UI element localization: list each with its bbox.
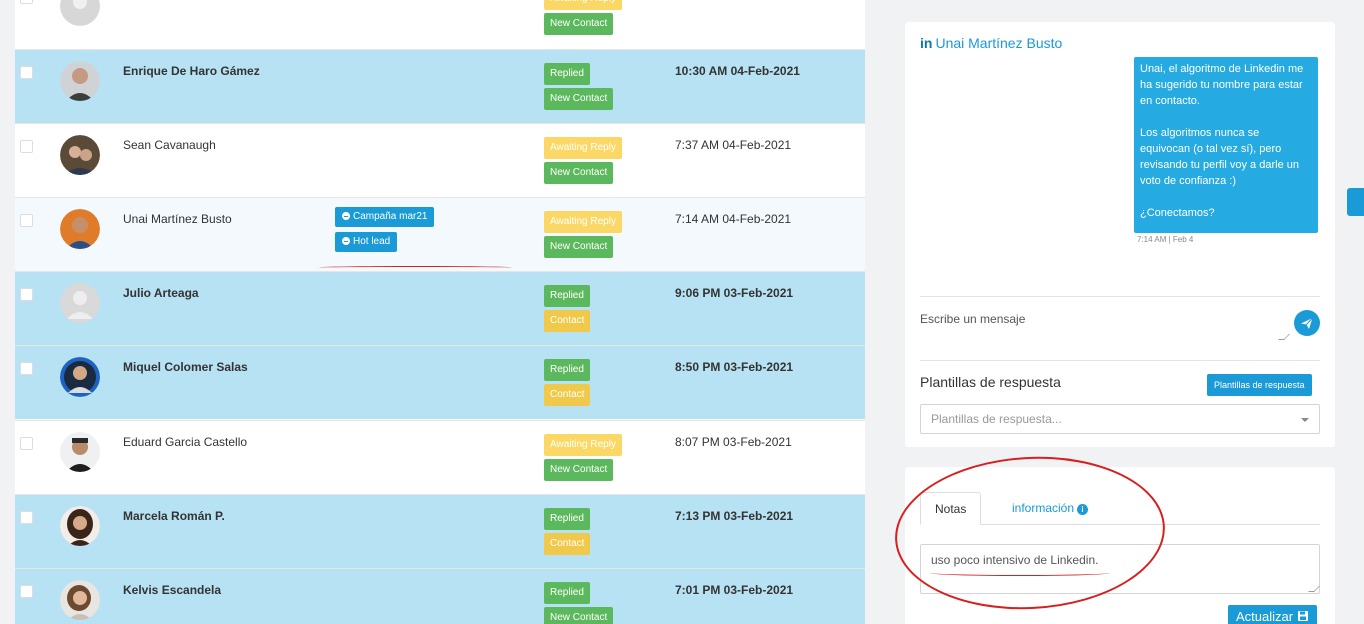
contact-type-badge: New Contact xyxy=(544,459,614,481)
message-date: 9:06 PM 03-Feb-2021 xyxy=(675,286,794,300)
send-button[interactable] xyxy=(1294,310,1320,336)
update-button-label: Actualizar xyxy=(1236,609,1294,624)
avatar[interactable] xyxy=(60,357,100,397)
save-icon xyxy=(1297,611,1308,621)
contact-type-badge: New Contact xyxy=(544,236,614,258)
templates-select[interactable]: Plantillas de respuesta... xyxy=(920,404,1320,434)
remove-tag-icon[interactable] xyxy=(342,237,350,245)
table-row[interactable]: Kelvis Escandela Replied New Contact 7:01 P… xyxy=(15,568,865,624)
table-row[interactable]: Unai Martínez Busto Campaña mar21 Hot lead… xyxy=(15,197,865,271)
status-badge: Replied xyxy=(544,508,590,530)
contact-type-badge: Contact xyxy=(544,533,591,555)
contact-name[interactable]: Eduard Garcia Castello xyxy=(123,435,247,449)
contact-type-badge: Contact xyxy=(544,310,591,332)
status-badge: Replied xyxy=(544,63,590,85)
avatar[interactable] xyxy=(60,283,100,323)
app-root: Awaiting ReplyNew ContactEnrique De Haro… xyxy=(0,0,1364,624)
status-badge: Awaiting Reply xyxy=(544,211,622,233)
conversation-contact-name[interactable]: in Unai Martínez Busto xyxy=(920,35,1062,51)
avatar[interactable] xyxy=(60,135,100,175)
contact-name[interactable]: Julio Arteaga xyxy=(123,286,199,300)
status-badge: Replied xyxy=(544,582,590,604)
divider xyxy=(920,296,1320,297)
annotation-underline-notes xyxy=(930,570,1110,576)
message-bubble: Unai, el algoritmo de Linkedin me ha sug… xyxy=(1134,57,1318,233)
templates-select-placeholder: Plantillas de respuesta... xyxy=(931,412,1062,426)
tag-label[interactable]: Campaña mar21 xyxy=(335,207,435,227)
contact-name-text: Unai Martínez Busto xyxy=(935,35,1063,51)
contact-type-badge: New Contact xyxy=(544,88,614,110)
table-row[interactable]: Julio Arteaga Replied Contact 9:06 PM 03-Fe… xyxy=(15,271,865,345)
message-paragraph-3: ¿Conectamos? xyxy=(1140,207,1215,219)
avatar[interactable] xyxy=(60,61,100,101)
table-row[interactable]: Awaiting Reply New Contact xyxy=(15,0,865,48)
chevron-down-icon xyxy=(1301,418,1309,422)
contact-name[interactable]: Kelvis Escandela xyxy=(123,583,221,597)
contact-type-badge: Contact xyxy=(544,384,591,406)
status-badge: Replied xyxy=(544,285,590,307)
contact-type-badge: New Contact xyxy=(544,13,614,35)
message-paragraph-1: Unai, el algoritmo de Linkedin me ha sug… xyxy=(1140,63,1304,107)
contact-name[interactable]: Marcela Román P. xyxy=(123,509,225,523)
row-checkbox[interactable] xyxy=(20,437,33,450)
contact-name[interactable]: Miquel Colomer Salas xyxy=(123,360,248,374)
side-toggle-tab[interactable] xyxy=(1347,188,1364,216)
message-date: 10:30 AM 04-Feb-2021 xyxy=(675,64,800,78)
message-date: 7:14 AM 04-Feb-2021 xyxy=(675,212,792,226)
tag-label[interactable]: Hot lead xyxy=(335,232,398,252)
table-row[interactable]: Miquel Colomer Salas Replied Contact 8:50 P… xyxy=(15,345,865,419)
update-button[interactable]: Actualizar xyxy=(1228,605,1317,624)
conversation-panel: in Unai Martínez Busto Unai, el algoritmo… xyxy=(905,22,1335,447)
table-row[interactable]: Sean Cavanaugh Awaiting Reply New Contact 7… xyxy=(15,123,865,197)
message-timestamp: 7:14 AM | Feb 4 xyxy=(1137,235,1194,244)
message-date: 8:50 PM 03-Feb-2021 xyxy=(675,360,794,374)
message-paragraph-2: Los algoritmos nunca se equivocan (o tal… xyxy=(1140,127,1299,187)
tag-text: Campaña mar21 xyxy=(353,211,428,222)
templates-title: Plantillas de respuesta xyxy=(920,374,1061,390)
templates-button[interactable]: Plantillas de respuesta xyxy=(1207,374,1312,396)
status-badge: Awaiting Reply xyxy=(544,434,622,456)
remove-tag-icon[interactable] xyxy=(342,212,350,220)
contact-name[interactable]: Unai Martínez Busto xyxy=(123,212,232,226)
avatar[interactable] xyxy=(60,506,100,546)
message-date: 8:07 PM 03-Feb-2021 xyxy=(675,435,792,449)
table-row[interactable]: Marcela Román P. Replied Contact 7:13 PM 03… xyxy=(15,494,865,568)
annotation-underline-tags xyxy=(319,266,512,269)
divider xyxy=(920,360,1320,361)
row-checkbox[interactable] xyxy=(20,214,33,227)
status-badge: Awaiting Reply xyxy=(544,137,622,159)
row-checkbox[interactable] xyxy=(20,362,33,375)
resize-handle[interactable] xyxy=(1278,334,1290,340)
contact-list: Awaiting ReplyNew ContactEnrique De Haro… xyxy=(15,0,865,624)
row-checkbox[interactable] xyxy=(20,0,33,4)
status-badge: Awaiting Reply xyxy=(544,0,622,10)
row-checkbox[interactable] xyxy=(20,288,33,301)
avatar[interactable] xyxy=(60,580,100,620)
tag-text: Hot lead xyxy=(353,236,391,247)
row-checkbox[interactable] xyxy=(20,66,33,79)
row-checkbox[interactable] xyxy=(20,585,33,598)
row-checkbox[interactable] xyxy=(20,140,33,153)
contact-type-badge: New Contact xyxy=(544,607,614,624)
contact-name[interactable]: Sean Cavanaugh xyxy=(123,138,216,152)
avatar[interactable] xyxy=(60,209,100,249)
paper-plane-icon xyxy=(1301,317,1313,329)
avatar[interactable] xyxy=(60,0,100,26)
message-date: 7:37 AM 04-Feb-2021 xyxy=(675,138,792,152)
row-checkbox[interactable] xyxy=(20,511,33,524)
message-input[interactable]: Escribe un mensaje xyxy=(920,312,1290,326)
contact-type-badge: New Contact xyxy=(544,162,614,184)
message-date: 7:13 PM 03-Feb-2021 xyxy=(675,509,794,523)
table-row[interactable]: Eduard Garcia Castello Awaiting Reply New … xyxy=(15,420,865,494)
status-badge: Replied xyxy=(544,359,590,381)
contact-name[interactable]: Enrique De Haro Gámez xyxy=(123,64,260,78)
linkedin-icon: in xyxy=(920,35,933,51)
table-row[interactable]: Enrique De Haro Gámez Replied New Contact 1… xyxy=(15,49,865,123)
message-date: 7:01 PM 03-Feb-2021 xyxy=(675,583,794,597)
avatar[interactable] xyxy=(60,432,100,472)
